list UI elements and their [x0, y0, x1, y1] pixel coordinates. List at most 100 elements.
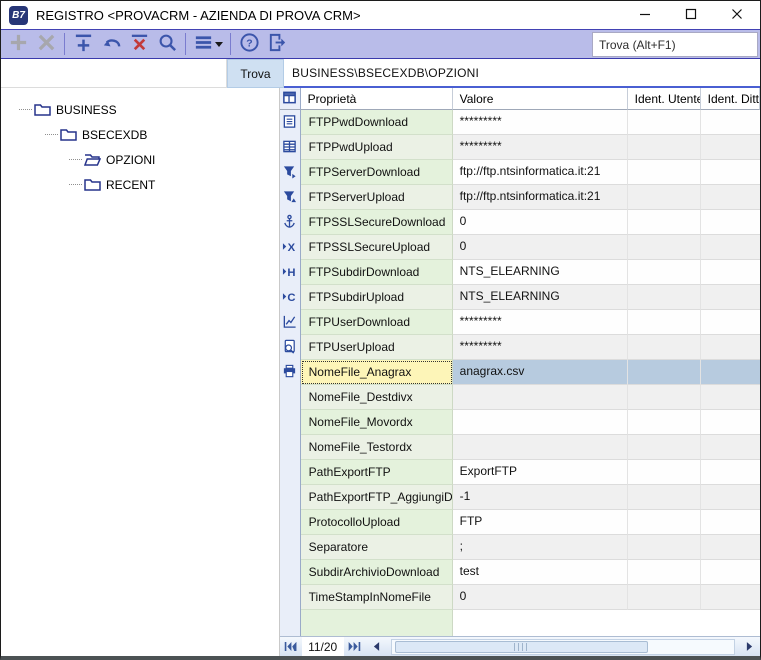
maximize-button[interactable] — [668, 1, 714, 29]
value-cell[interactable]: 0 — [453, 585, 628, 610]
ident-ditta-cell[interactable] — [701, 310, 760, 335]
value-cell[interactable]: ; — [453, 535, 628, 560]
grid-row-ftppwdupload[interactable]: FTPPwdUpload********* — [280, 135, 760, 160]
column-header-ident-utente[interactable]: Ident. Utente — [628, 88, 701, 110]
value-cell[interactable]: ********* — [453, 335, 628, 360]
grid-row-ftpsubdirupload[interactable]: CFTPSubdirUploadNTS_ELEARNING — [280, 285, 760, 310]
ident-ditta-cell[interactable] — [701, 260, 760, 285]
hscroll-thumb[interactable] — [395, 641, 648, 653]
ident-ditta-cell[interactable] — [701, 285, 760, 310]
ident-ditta-cell[interactable] — [701, 160, 760, 185]
value-cell[interactable]: ExportFTP — [453, 460, 628, 485]
column-header-ident-ditta[interactable]: Ident. Ditt — [701, 88, 760, 110]
ident-ditta-cell[interactable] — [701, 460, 760, 485]
ident-utente-cell[interactable] — [628, 235, 701, 260]
ident-ditta-cell[interactable] — [701, 335, 760, 360]
grid-row-subdirarchiviodownload[interactable]: SubdirArchivioDownloadtest — [280, 560, 760, 585]
ident-utente-cell[interactable] — [628, 510, 701, 535]
property-cell[interactable]: NomeFile_Anagrax — [301, 360, 453, 385]
tree-item-bsecexdb[interactable]: BSECEXDB — [1, 122, 279, 147]
grid-row-pathexportftp[interactable]: PathExportFTPExportFTP — [280, 460, 760, 485]
hscroll-track[interactable] — [391, 639, 735, 655]
ident-utente-cell[interactable] — [628, 485, 701, 510]
ident-utente-cell[interactable] — [628, 310, 701, 335]
toolbar-undo-button[interactable] — [97, 31, 125, 57]
grid-row-nomefile_testordx[interactable]: NomeFile_Testordx — [280, 435, 760, 460]
grid-row-ftpuserdownload[interactable]: FTPUserDownload********* — [280, 310, 760, 335]
property-cell[interactable]: FTPServerDownload — [301, 160, 453, 185]
ident-ditta-cell[interactable] — [701, 485, 760, 510]
ident-ditta-cell[interactable] — [701, 560, 760, 585]
value-cell[interactable]: -1 — [453, 485, 628, 510]
ident-ditta-cell[interactable] — [701, 135, 760, 160]
tree-item-recent[interactable]: RECENT — [1, 172, 279, 197]
ident-ditta-cell[interactable] — [701, 360, 760, 385]
property-cell[interactable]: FTPSSLSecureDownload — [301, 210, 453, 235]
ident-utente-cell[interactable] — [628, 385, 701, 410]
find-input[interactable] — [1, 59, 227, 88]
toolbar-insert-button[interactable] — [69, 31, 97, 57]
property-cell[interactable]: TimeStampInNomeFile — [301, 585, 453, 610]
ident-ditta-cell[interactable] — [701, 535, 760, 560]
value-cell[interactable]: ********* — [453, 310, 628, 335]
ident-utente-cell[interactable] — [628, 460, 701, 485]
column-header-proprieta[interactable]: Proprietà — [301, 88, 453, 110]
ident-ditta-cell[interactable] — [701, 385, 760, 410]
property-cell[interactable]: NomeFile_Movordx — [301, 410, 453, 435]
ident-ditta-cell[interactable] — [701, 410, 760, 435]
ident-ditta-cell[interactable] — [701, 235, 760, 260]
toolbar-delete-button[interactable] — [32, 31, 60, 57]
property-cell[interactable]: FTPServerUpload — [301, 185, 453, 210]
value-cell[interactable]: ********* — [453, 135, 628, 160]
property-cell[interactable]: FTPSubdirDownload — [301, 260, 453, 285]
grid-row-ftpserverdownload[interactable]: FTPServerDownloadftp://ftp.ntsinformatic… — [280, 160, 760, 185]
hscroll-left-button[interactable] — [366, 637, 388, 656]
ident-utente-cell[interactable] — [628, 260, 701, 285]
ident-utente-cell[interactable] — [628, 585, 701, 610]
ident-utente-cell[interactable] — [628, 160, 701, 185]
minimize-button[interactable] — [622, 1, 668, 29]
value-cell[interactable]: NTS_ELEARNING — [453, 260, 628, 285]
find-button[interactable]: Trova — [227, 59, 284, 88]
grid-row-ftpserverupload[interactable]: FTPServerUploadftp://ftp.ntsinformatica.… — [280, 185, 760, 210]
ident-utente-cell[interactable] — [628, 435, 701, 460]
property-cell[interactable]: NomeFile_Destdivx — [301, 385, 453, 410]
grid-row-ftppwddownload[interactable]: FTPPwdDownload********* — [280, 110, 760, 135]
close-button[interactable] — [714, 1, 760, 29]
ident-utente-cell[interactable] — [628, 560, 701, 585]
grid-row-nomefile_destdivx[interactable]: NomeFile_Destdivx — [280, 385, 760, 410]
value-cell[interactable] — [453, 435, 628, 460]
toolbar-add-button[interactable] — [4, 31, 32, 57]
ident-utente-cell[interactable] — [628, 285, 701, 310]
grid-row-nomefile_movordx[interactable]: NomeFile_Movordx — [280, 410, 760, 435]
property-cell[interactable]: ProtocolloUpload — [301, 510, 453, 535]
ident-utente-cell[interactable] — [628, 110, 701, 135]
grid-row-ftpsslsecureupload[interactable]: XFTPSSLSecureUpload0 — [280, 235, 760, 260]
property-cell[interactable]: PathExportFTP_AggiungiDB — [301, 485, 453, 510]
value-cell[interactable]: NTS_ELEARNING — [453, 285, 628, 310]
value-cell[interactable] — [453, 385, 628, 410]
grid-row-pathexportftp_aggiungidb[interactable]: PathExportFTP_AggiungiDB-1 — [280, 485, 760, 510]
property-cell[interactable]: FTPPwdUpload — [301, 135, 453, 160]
value-cell[interactable]: anagrax.csv — [453, 360, 628, 385]
ident-ditta-cell[interactable] — [701, 435, 760, 460]
column-header-valore[interactable]: Valore — [453, 88, 628, 110]
grid-row-ftpsubdirdownload[interactable]: HFTPSubdirDownloadNTS_ELEARNING — [280, 260, 760, 285]
value-cell[interactable]: 0 — [453, 235, 628, 260]
ident-utente-cell[interactable] — [628, 135, 701, 160]
ident-ditta-cell[interactable] — [701, 210, 760, 235]
grid-row-timestampinnomefile[interactable]: TimeStampInNomeFile0 — [280, 585, 760, 610]
grid-row-nomefile_anagrax[interactable]: NomeFile_Anagraxanagrax.csv — [280, 360, 760, 385]
grid-row-ftpsslsecuredownload[interactable]: FTPSSLSecureDownload0 — [280, 210, 760, 235]
value-cell[interactable]: ********* — [453, 110, 628, 135]
property-cell[interactable]: FTPPwdDownload — [301, 110, 453, 135]
property-cell[interactable]: NomeFile_Testordx — [301, 435, 453, 460]
property-cell[interactable]: SubdirArchivioDownload — [301, 560, 453, 585]
tree-item-business[interactable]: BUSINESS — [1, 97, 279, 122]
grid-row-ftpuserupload[interactable]: FTPUserUpload********* — [280, 335, 760, 360]
value-cell[interactable]: ftp://ftp.ntsinformatica.it:21 — [453, 160, 628, 185]
toolbar-delete-record-button[interactable] — [125, 31, 153, 57]
first-record-button[interactable] — [280, 637, 302, 656]
property-cell[interactable]: FTPUserDownload — [301, 310, 453, 335]
ident-ditta-cell[interactable] — [701, 585, 760, 610]
